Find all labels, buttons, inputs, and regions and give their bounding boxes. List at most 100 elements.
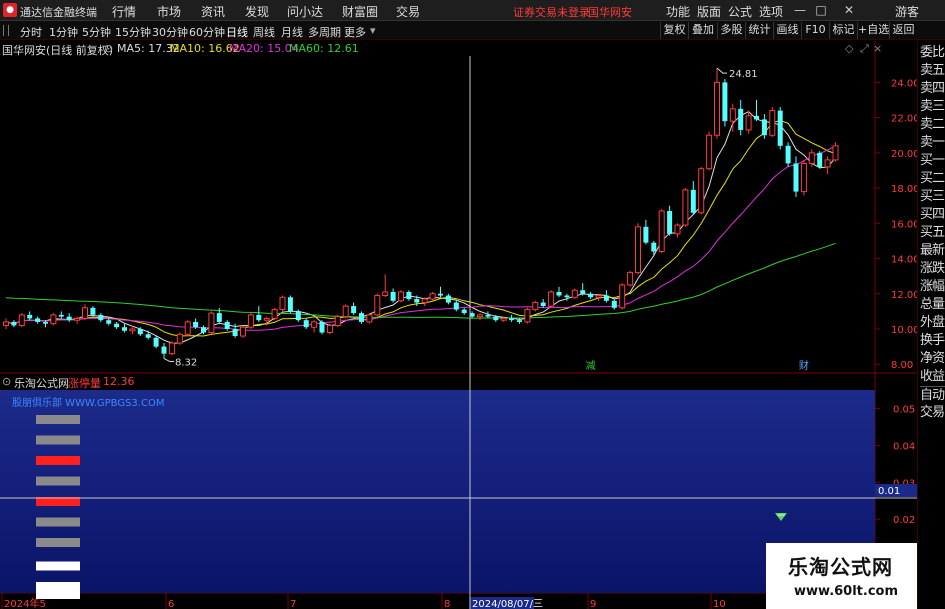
side-net-asset[interactable]: 净资 — [920, 350, 945, 367]
menu-caifuquan[interactable]: 财富圈 — [342, 3, 378, 20]
candle — [3, 318, 9, 329]
menu-xuanxiang[interactable]: 选项 — [759, 3, 783, 20]
period-weekly[interactable]: 周线 — [253, 24, 275, 40]
side-sell2[interactable]: 卖二 — [920, 116, 945, 133]
chart-settings-icon[interactable]: ⊙ — [104, 42, 113, 55]
date-x-axis: 2024年5 6 7 8 2024/08/07/三 9 10 — [1, 593, 726, 609]
period-5min[interactable]: 5分钟 — [82, 24, 111, 40]
indicator-bar — [36, 435, 80, 445]
candle-body-up — [240, 326, 246, 337]
f10-button[interactable]: F10 — [801, 22, 829, 39]
candle — [98, 313, 104, 322]
side-buy5[interactable]: 买五 — [920, 224, 945, 241]
chart-title: 国华网安(日线 前复权) — [2, 44, 114, 57]
period-daily[interactable]: 日线 — [226, 24, 248, 40]
quote-side-panel: 委比 卖五 卖四 卖三 卖二 卖一 买一 买二 买三 买四 买五 最新 涨跌 涨… — [917, 41, 945, 609]
side-sell1[interactable]: 卖一 — [920, 134, 945, 151]
candle-body-up — [658, 210, 665, 252]
menu-zixun[interactable]: 资讯 — [201, 3, 225, 20]
candle-body-up — [595, 295, 602, 298]
date-tick-label: 8 — [444, 599, 450, 609]
guest-label[interactable]: 游客 — [895, 3, 919, 20]
menu-shichang[interactable]: 市场 — [157, 3, 181, 20]
add-favorite-button[interactable]: +自选 — [857, 22, 889, 39]
fuquan-button[interactable]: 复权 — [660, 22, 688, 39]
candle-body-down — [256, 314, 262, 321]
candle-body-down — [540, 302, 546, 307]
candle-body-up — [532, 302, 539, 311]
side-latest[interactable]: 最新 — [920, 242, 945, 259]
candle — [785, 142, 791, 167]
candle-body-down — [588, 293, 594, 298]
date-tick-label: 7 — [290, 599, 296, 609]
menu-jiaoyi[interactable]: 交易 — [396, 3, 420, 20]
menu-bar: ● 通达信金融终端 行情 市场 资讯 发现 问小达 财富圈 交易 证券交易未登录… — [0, 0, 945, 21]
side-buy3[interactable]: 买三 — [920, 188, 945, 205]
event-marker-label: 减 — [586, 360, 596, 372]
draw-line-button[interactable]: 画线 — [773, 22, 801, 39]
side-outer[interactable]: 外盘 — [920, 314, 945, 331]
period-more[interactable]: 更多 — [344, 24, 366, 40]
period-fenshi[interactable]: 分时 — [20, 24, 42, 40]
price-tick-label: 24.00 — [891, 78, 917, 89]
side-volume[interactable]: 总量 — [920, 296, 945, 313]
menu-faxian[interactable]: 发现 — [245, 3, 269, 20]
side-buy2[interactable]: 买二 — [920, 170, 945, 187]
side-change[interactable]: 涨跌 — [920, 260, 945, 277]
indicator-bar — [36, 538, 80, 547]
candle-body-down — [232, 328, 238, 337]
side-sell3[interactable]: 卖三 — [920, 98, 945, 115]
period-1min[interactable]: 1分钟 — [49, 24, 78, 40]
menu-banmian[interactable]: 版面 — [697, 3, 721, 20]
menu-wenxiaoda[interactable]: 问小达 — [287, 3, 323, 20]
more-dropdown-icon[interactable]: ▾ — [370, 24, 376, 37]
side-turnover[interactable]: 换手 — [920, 332, 945, 349]
candle-body-down — [137, 328, 143, 335]
menu-gongneng[interactable]: 功能 — [666, 3, 690, 20]
statistics-button[interactable]: 统计 — [745, 22, 773, 39]
kline-chart-area[interactable]: 8.00 10.00 12.00 14.00 16.00 18.00 20.00 22.00 2… — [0, 41, 917, 609]
side-change-pct[interactable]: 涨幅 — [920, 278, 945, 295]
period-monthly[interactable]: 月线 — [281, 24, 303, 40]
login-warning[interactable]: 证券交易未登录 — [513, 4, 590, 20]
maximize-icon[interactable]: □ — [814, 3, 828, 17]
candle — [90, 306, 96, 317]
candle-body-up — [500, 317, 507, 321]
candle — [714, 68, 720, 139]
period-30min[interactable]: 30分钟 — [152, 24, 188, 40]
side-buy1[interactable]: 买一 — [920, 152, 945, 169]
menu-gongshi[interactable]: 公式 — [728, 3, 752, 20]
indicator-url-text: 股朋俱乐部 WWW.GPBGS3.COM — [12, 398, 165, 409]
side-auto[interactable]: 自动 — [920, 386, 945, 404]
side-buy4[interactable]: 买四 — [920, 206, 945, 223]
indicator-tick-label: 0.05 — [893, 404, 915, 415]
mark-button[interactable]: 标记 — [829, 22, 857, 39]
minimize-icon[interactable]: — — [793, 3, 807, 17]
side-earnings[interactable]: 收益 — [920, 368, 945, 385]
candle — [106, 318, 112, 326]
candle-body-up — [382, 291, 389, 297]
period-multi[interactable]: 多周期 — [308, 24, 341, 40]
indicator-bar — [36, 517, 80, 527]
diamond-small-icon[interactable]: ◇ — [845, 42, 853, 55]
side-trade[interactable]: 交易 — [920, 404, 945, 421]
side-sell4[interactable]: 卖四 — [920, 80, 945, 97]
expand-icon[interactable]: ⤢ — [860, 42, 869, 56]
candle-body-up — [548, 291, 555, 307]
candle — [247, 313, 254, 329]
indicator-settings-icon[interactable]: ⊙ — [2, 375, 11, 388]
close-chart-icon[interactable]: × — [873, 42, 882, 55]
back-button[interactable]: 返回 — [889, 22, 917, 39]
side-weibi[interactable]: 委比 — [920, 44, 945, 61]
close-icon[interactable]: ✕ — [842, 3, 856, 17]
candle — [824, 156, 831, 174]
multi-stock-button[interactable]: 多股 — [717, 22, 745, 39]
menu-hangqing[interactable]: 行情 — [112, 3, 136, 20]
side-sell5[interactable]: 卖五 — [920, 62, 945, 79]
event-marker-label: 财 — [799, 359, 809, 372]
overlay-button[interactable]: 叠加 — [688, 22, 717, 39]
candle-body-down — [580, 290, 586, 294]
candle-body-down — [193, 321, 199, 328]
period-60min[interactable]: 60分钟 — [189, 24, 225, 40]
period-15min[interactable]: 15分钟 — [115, 24, 151, 40]
